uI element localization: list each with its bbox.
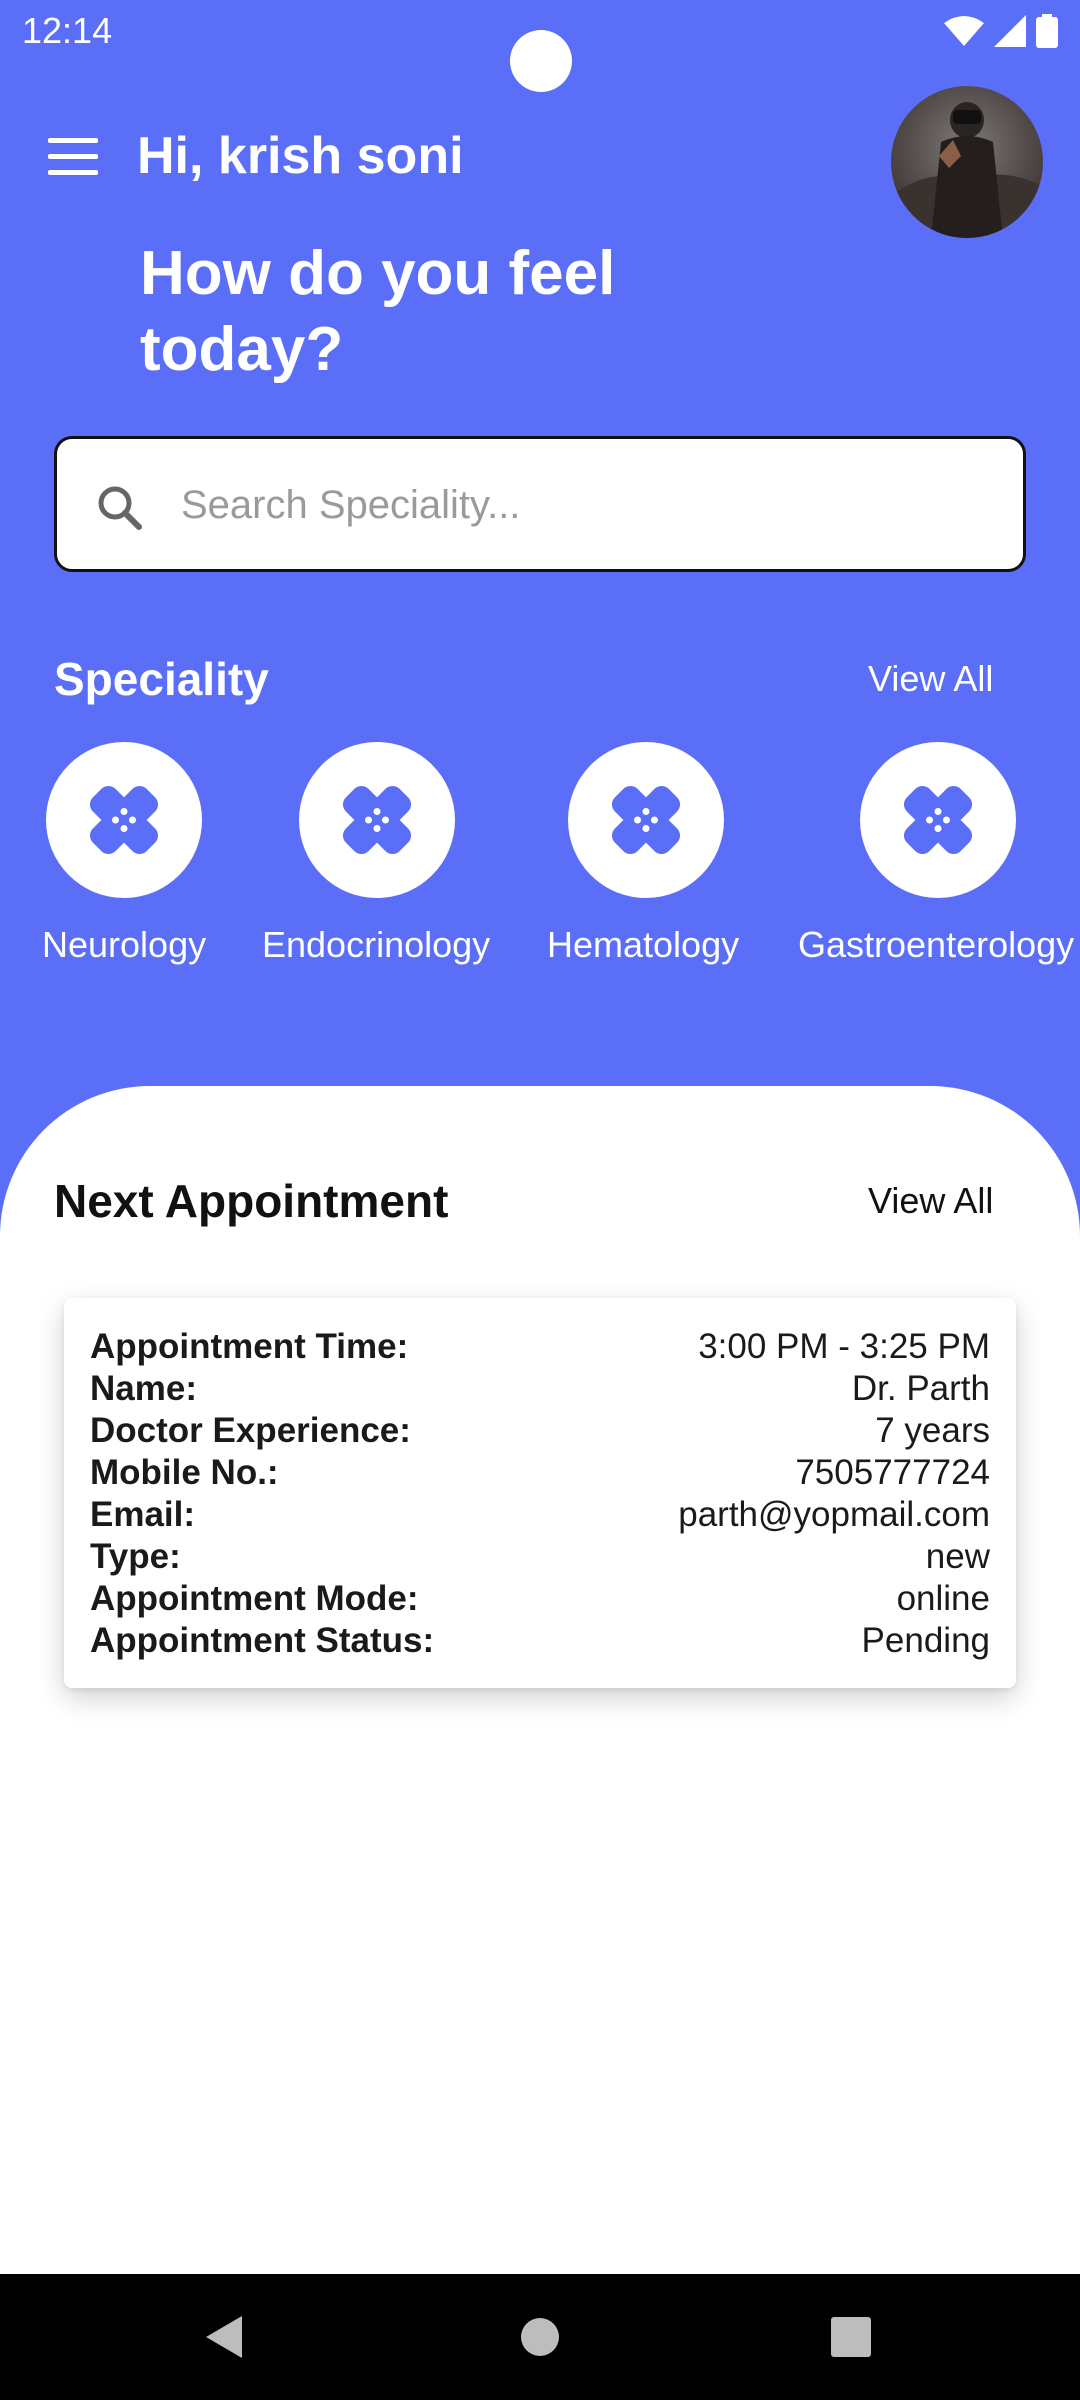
- appointment-card[interactable]: Appointment Time: 3:00 PM - 3:25 PM Name…: [64, 1298, 1016, 1688]
- bandage-icon: [611, 785, 681, 855]
- speciality-label: Hematology: [547, 924, 740, 965]
- wifi-icon: [944, 16, 984, 46]
- row-label: Type:: [90, 1537, 181, 1576]
- appointment-row-email: Email: parth@yopmail.com: [90, 1494, 990, 1536]
- appointment-row-experience: Doctor Experience: 7 years: [90, 1410, 990, 1452]
- appointment-view-all-link[interactable]: View All: [868, 1180, 993, 1222]
- appointment-row-type: Type: new: [90, 1536, 990, 1578]
- appointment-row-name: Name: Dr. Parth: [90, 1368, 990, 1410]
- row-value: Dr. Parth: [851, 1369, 990, 1408]
- row-value: online: [896, 1579, 990, 1618]
- row-label: Appointment Status:: [90, 1621, 435, 1660]
- speciality-view-all-link[interactable]: View All: [868, 658, 993, 700]
- avatar[interactable]: [891, 86, 1043, 238]
- speciality-circle: [568, 742, 724, 898]
- speciality-item-gastroenterology[interactable]: Gastroenterology: [798, 742, 1080, 972]
- row-value: parth@yopmail.com: [678, 1495, 990, 1534]
- row-label: Name:: [90, 1369, 197, 1408]
- status-time: 12:14: [22, 10, 113, 51]
- row-label: Doctor Experience:: [90, 1411, 411, 1450]
- recents-icon[interactable]: [830, 2314, 872, 2360]
- bandage-icon: [903, 785, 973, 855]
- speciality-circle: [860, 742, 1016, 898]
- search-icon: [98, 486, 142, 530]
- row-value: 7 years: [875, 1411, 990, 1450]
- row-value: new: [925, 1537, 990, 1576]
- next-appointment-title: Next Appointment: [54, 1175, 449, 1227]
- speciality-circle: [46, 742, 202, 898]
- status-icons: [944, 14, 1058, 48]
- appointment-row-mobile: Mobile No.: 7505777724: [90, 1452, 990, 1494]
- row-label: Appointment Mode:: [90, 1579, 419, 1618]
- battery-icon: [1036, 14, 1058, 48]
- row-label: Appointment Time:: [90, 1327, 409, 1366]
- row-label: Email:: [90, 1495, 196, 1534]
- back-icon[interactable]: [204, 2314, 244, 2360]
- speciality-label: Neurology: [42, 924, 207, 965]
- row-label: Mobile No.:: [90, 1453, 279, 1492]
- headline: How do you feel today?: [140, 239, 616, 384]
- appointment-row-status: Appointment Status: Pending: [90, 1620, 990, 1662]
- bandage-icon: [342, 785, 412, 855]
- system-nav-bar: [0, 2274, 1080, 2400]
- row-value: 7505777724: [795, 1453, 990, 1492]
- home-icon[interactable]: [520, 2314, 560, 2360]
- appointment-row-time: Appointment Time: 3:00 PM - 3:25 PM: [90, 1326, 990, 1368]
- appointment-row-mode: Appointment Mode: online: [90, 1578, 990, 1620]
- speciality-item-endocrinology[interactable]: Endocrinology: [262, 742, 502, 972]
- speciality-item-hematology[interactable]: Hematology: [530, 742, 770, 972]
- search-box[interactable]: [54, 436, 1026, 572]
- status-bar: 12:14: [0, 0, 1080, 92]
- search-input[interactable]: [181, 473, 981, 537]
- speciality-item-neurology[interactable]: Neurology: [12, 742, 252, 972]
- bandage-icon: [89, 785, 159, 855]
- greeting: Hi, krish soni: [137, 127, 464, 185]
- row-value: 3:00 PM - 3:25 PM: [698, 1327, 990, 1366]
- speciality-title: Speciality: [54, 653, 269, 705]
- row-value: Pending: [861, 1621, 990, 1660]
- speciality-circle: [299, 742, 455, 898]
- header: Hi, krish soni: [0, 86, 1080, 238]
- camera-cutout: [510, 30, 572, 92]
- signal-icon: [994, 15, 1026, 47]
- speciality-label: Gastroenterology: [798, 924, 1075, 965]
- menu-icon[interactable]: [48, 138, 98, 178]
- speciality-label: Endocrinology: [262, 924, 491, 965]
